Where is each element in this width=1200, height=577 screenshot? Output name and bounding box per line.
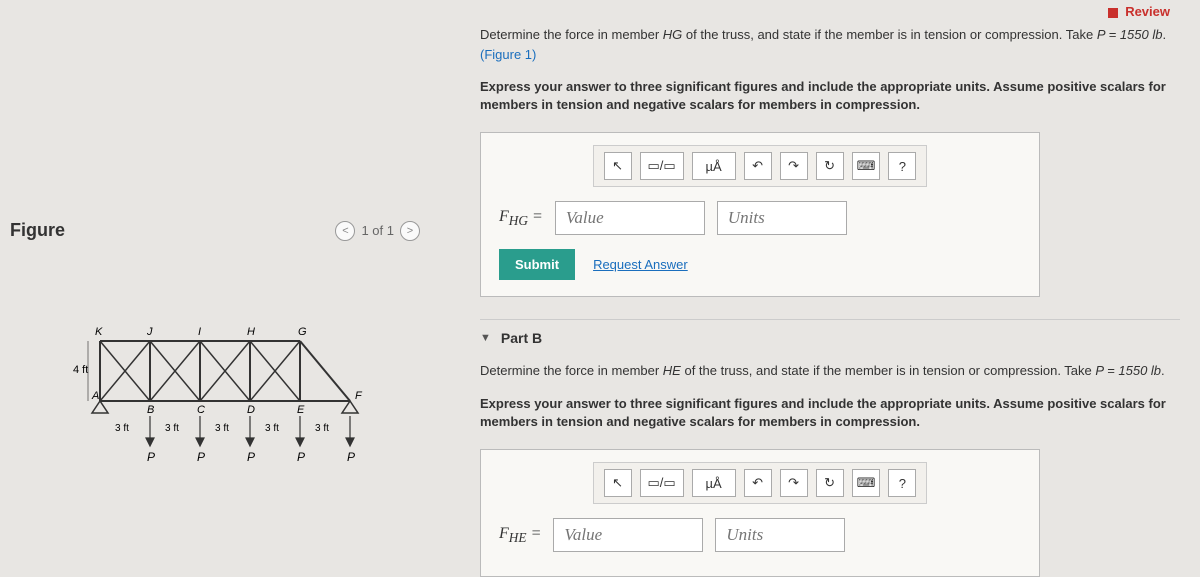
redo-icon[interactable]: ↷ (780, 152, 808, 180)
svg-text:P: P (247, 450, 255, 464)
undo-icon[interactable]: ↶ (744, 152, 772, 180)
svg-text:E: E (297, 404, 305, 416)
figure-header: Figure < 1 of 1 > (10, 220, 430, 241)
partA-answer-box: ↖ ▭/▭ µÅ ↶ ↷ ↻ ⌨ ? FHG = Submit Request … (480, 132, 1040, 297)
svg-text:I: I (198, 326, 201, 338)
svg-text:D: D (247, 404, 255, 416)
figure-nav: < 1 of 1 > (335, 221, 420, 241)
equation-toolbar-b: ↖ ▭/▭ µÅ ↶ ↷ ↻ ⌨ ? (593, 462, 928, 504)
reset-icon[interactable]: ↻ (816, 469, 844, 497)
partB-prompt: Determine the force in member HE of the … (480, 361, 1180, 381)
fraction-tool-icon[interactable]: ▭/▭ (640, 469, 684, 497)
help-icon[interactable]: ? (888, 469, 916, 497)
svg-text:3 ft: 3 ft (115, 423, 129, 434)
figure-panel: Figure < 1 of 1 > (0, 0, 440, 544)
undo-icon[interactable]: ↶ (744, 469, 772, 497)
text: of the truss, and state if the member is… (682, 27, 1097, 42)
partA-value-input[interactable] (555, 201, 705, 235)
question-column: Determine the force in member HG of the … (440, 0, 1200, 544)
cursor-tool-icon[interactable]: ↖ (604, 152, 632, 180)
partB-header[interactable]: ▼ Part B (480, 319, 1180, 346)
partB-answer-row: FHE = (499, 518, 1021, 552)
main-layout: Figure < 1 of 1 > (0, 0, 1200, 544)
redo-icon[interactable]: ↷ (780, 469, 808, 497)
equation-toolbar: ↖ ▭/▭ µÅ ↶ ↷ ↻ ⌨ ? (593, 145, 928, 187)
svg-text:J: J (146, 326, 153, 338)
partB-instructions: Express your answer to three significant… (480, 395, 1180, 431)
partB-units-input[interactable] (715, 518, 845, 552)
svg-text:4 ft: 4 ft (73, 364, 88, 376)
figure-prev-button[interactable]: < (335, 221, 355, 241)
figure-link[interactable]: (Figure 1) (480, 47, 536, 62)
partA-instructions: Express your answer to three significant… (480, 78, 1180, 114)
keyboard-icon[interactable]: ⌨ (852, 152, 881, 180)
collapse-icon: ▼ (480, 332, 491, 344)
reset-icon[interactable]: ↻ (816, 152, 844, 180)
text: of the truss, and state if the member is… (681, 363, 1096, 378)
truss-diagram: K J I H G A B C D E F 4 ft 3 ft 3 ft 3 f… (70, 311, 430, 481)
member-name: HG (663, 27, 683, 42)
partB-title: Part B (501, 330, 542, 346)
variable-label: FHE = (499, 525, 541, 546)
svg-text:3 ft: 3 ft (215, 423, 229, 434)
text: Determine the force in member (480, 363, 663, 378)
svg-text:B: B (147, 404, 154, 416)
text: Determine the force in member (480, 27, 663, 42)
svg-text:K: K (95, 326, 103, 338)
svg-text:P: P (147, 450, 155, 464)
svg-text:C: C (197, 404, 205, 416)
review-label: Review (1125, 4, 1170, 19)
help-icon[interactable]: ? (888, 152, 916, 180)
partA-prompt: Determine the force in member HG of the … (480, 25, 1180, 64)
figure-counter: 1 of 1 (361, 223, 394, 238)
request-answer-link[interactable]: Request Answer (593, 257, 688, 272)
text: . (1161, 363, 1165, 378)
svg-text:H: H (247, 326, 255, 338)
figure-next-button[interactable]: > (400, 221, 420, 241)
member-name: HE (663, 363, 681, 378)
svg-text:P: P (197, 450, 205, 464)
partA-answer-row: FHG = (499, 201, 1021, 235)
review-flag[interactable]: Review (1108, 4, 1170, 19)
units-symbol-tool[interactable]: µÅ (692, 152, 736, 180)
variable-label: FHG = (499, 208, 543, 229)
text: . (1162, 27, 1166, 42)
partA-units-input[interactable] (717, 201, 847, 235)
figure-title: Figure (10, 220, 65, 241)
keyboard-icon[interactable]: ⌨ (852, 469, 881, 497)
cursor-tool-icon[interactable]: ↖ (604, 469, 632, 497)
partB-value-input[interactable] (553, 518, 703, 552)
fraction-tool-icon[interactable]: ▭/▭ (640, 152, 684, 180)
svg-text:3 ft: 3 ft (165, 423, 179, 434)
svg-text:3 ft: 3 ft (265, 423, 279, 434)
svg-text:P: P (297, 450, 305, 464)
svg-text:A: A (91, 390, 99, 402)
svg-text:P: P (347, 450, 355, 464)
partA-submit-row: Submit Request Answer (499, 249, 1021, 280)
submit-button[interactable]: Submit (499, 249, 575, 280)
svg-text:F: F (355, 390, 363, 402)
p-value: P = 1550 lb (1095, 363, 1161, 378)
p-value: P = 1550 lb (1097, 27, 1163, 42)
svg-text:G: G (298, 326, 307, 338)
units-symbol-tool[interactable]: µÅ (692, 469, 736, 497)
svg-text:3 ft: 3 ft (315, 423, 329, 434)
partB-answer-box: ↖ ▭/▭ µÅ ↶ ↷ ↻ ⌨ ? FHE = (480, 449, 1040, 577)
